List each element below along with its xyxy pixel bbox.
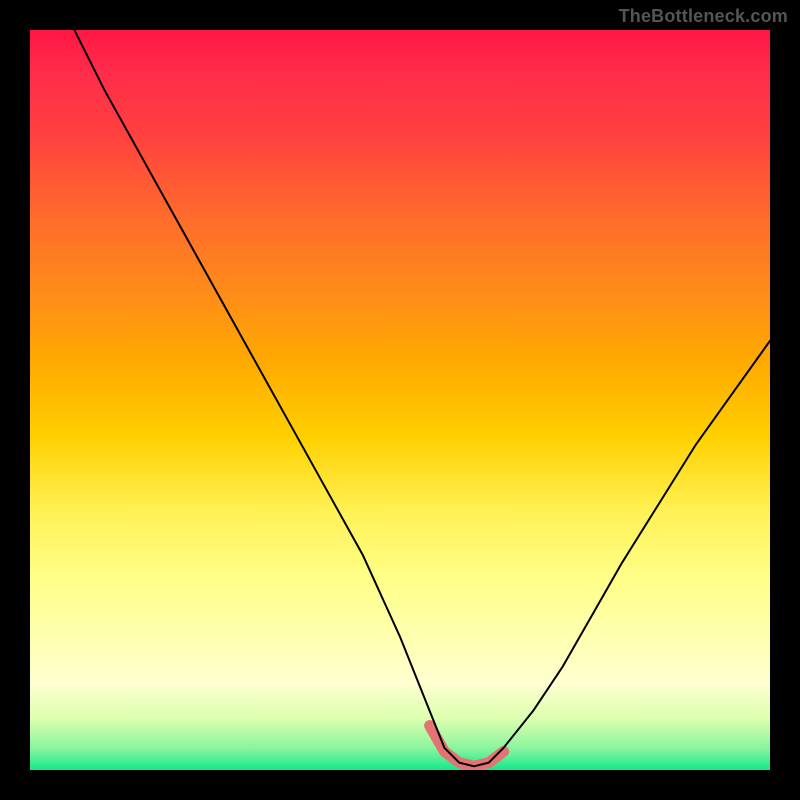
bottleneck-curve [74,30,770,766]
plot-area [30,30,770,770]
attribution-watermark: TheBottleneck.com [619,6,788,27]
chart-frame: TheBottleneck.com [0,0,800,800]
chart-svg [30,30,770,770]
